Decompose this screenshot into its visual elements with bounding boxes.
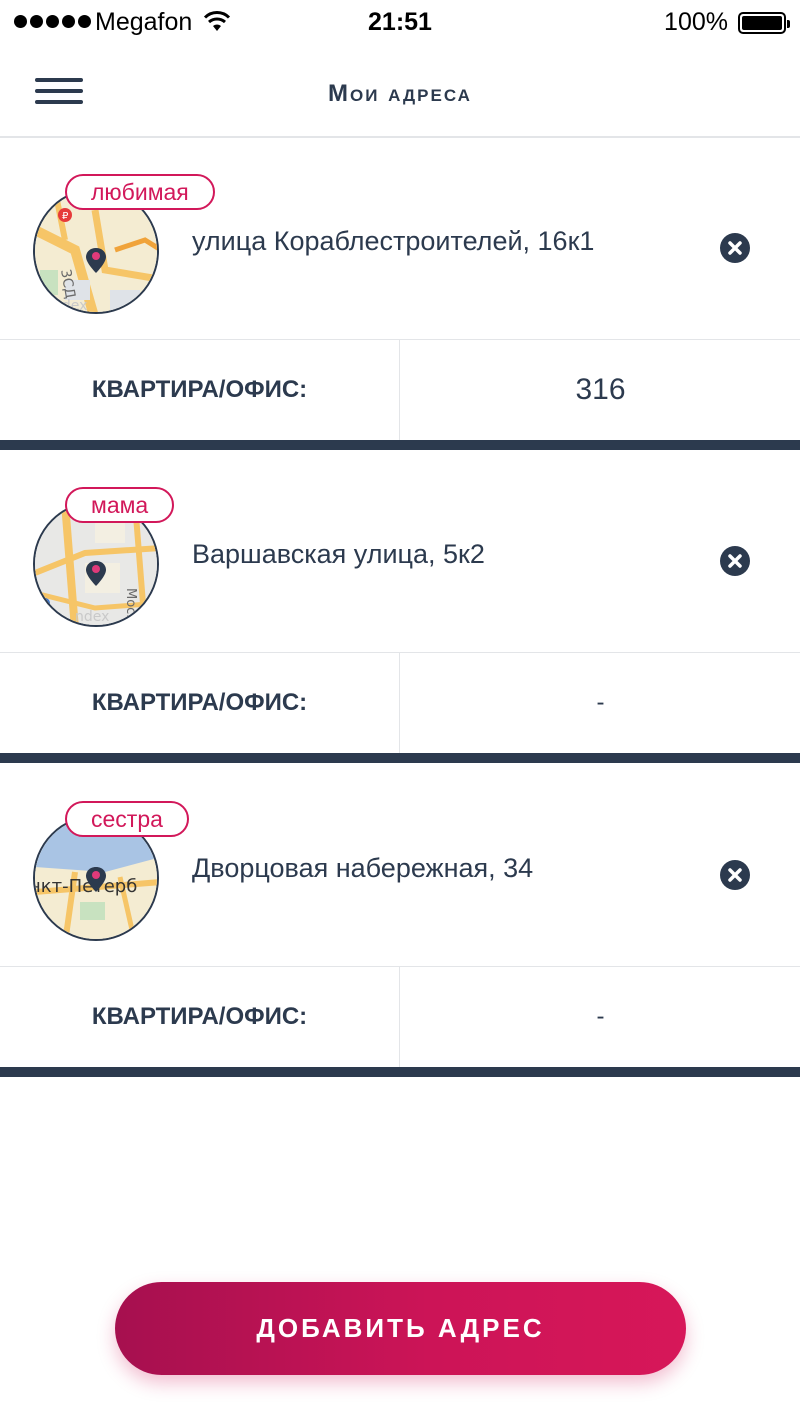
address-card: ndex Моск мама Варшавская улица, 5к2 КВА… [0, 451, 800, 765]
battery-icon [738, 12, 790, 34]
apartment-value[interactable]: 316 [401, 340, 800, 440]
add-address-button[interactable]: ДОБАВИТЬ АДРЕС [115, 1282, 686, 1375]
apartment-row: КВАРТИРА/ОФИС: - [0, 967, 800, 1067]
apartment-value[interactable]: - [401, 653, 800, 753]
map-label: ndex [75, 609, 109, 625]
address-text: Дворцовая набережная, 34 [192, 853, 534, 883]
apartment-row: КВАРТИРА/ОФИС: - [0, 653, 800, 753]
map-label: ndex [53, 298, 87, 314]
card-divider [0, 753, 800, 763]
nav-header: Мои адреса [0, 48, 800, 138]
apartment-value[interactable]: - [401, 967, 800, 1067]
apartment-row: КВАРТИРА/ОФИС: 316 [0, 340, 800, 440]
card-divider [0, 440, 800, 450]
map-label: нкт-Петерб [35, 876, 137, 897]
apartment-label: КВАРТИРА/ОФИС: [0, 653, 400, 753]
delete-icon[interactable] [720, 546, 750, 576]
card-divider [0, 1067, 800, 1077]
address-tag: мама [65, 487, 175, 523]
battery-percent: 100% [664, 8, 728, 36]
address-tag: любимая [65, 174, 215, 210]
address-row[interactable]: ₽ 3СД ndex любимая улица Кораблестроител… [0, 138, 800, 340]
map-label: Моск [123, 588, 138, 622]
address-row[interactable]: нкт-Петерб сестра Дворцовая набережная, … [0, 765, 800, 967]
page-title: Мои адреса [328, 80, 472, 107]
address-text: улица Кораблестроителей, 16к1 [192, 226, 595, 256]
apartment-label: КВАРТИРА/ОФИС: [0, 340, 400, 440]
apartment-label: КВАРТИРА/ОФИС: [0, 967, 400, 1067]
address-card: нкт-Петерб сестра Дворцовая набережная, … [0, 765, 800, 1079]
svg-text:₽: ₽ [62, 211, 69, 222]
delete-icon[interactable] [720, 860, 750, 890]
address-text: Варшавская улица, 5к2 [192, 539, 485, 569]
status-bar: Megafon 21:51 100% [0, 0, 800, 48]
address-row[interactable]: ndex Моск мама Варшавская улица, 5к2 [0, 451, 800, 653]
address-card: ₽ 3СД ndex любимая улица Кораблестроител… [0, 138, 800, 452]
address-tag: сестра [65, 801, 189, 837]
delete-icon[interactable] [720, 233, 750, 263]
